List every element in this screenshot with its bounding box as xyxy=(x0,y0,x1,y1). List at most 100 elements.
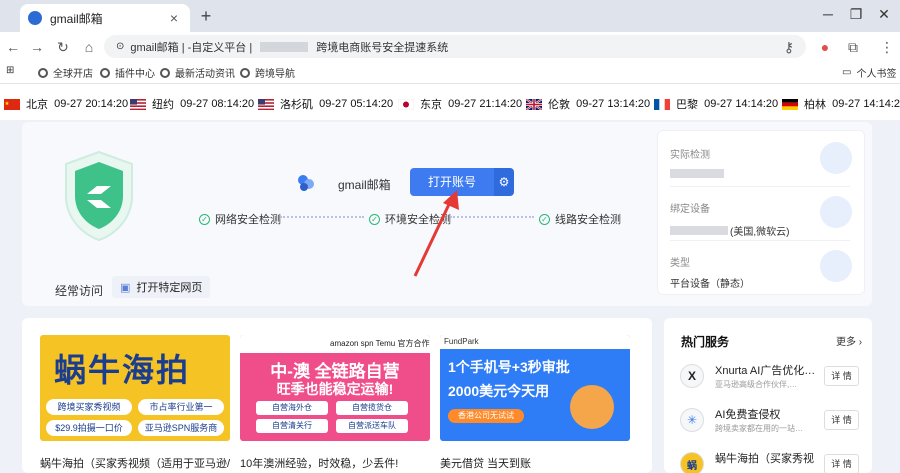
clock-time: 09-27 13:14:20 xyxy=(576,98,651,110)
banner-cta: 香港公司无试试 xyxy=(448,409,524,423)
clock-city: 纽约 xyxy=(152,99,174,111)
banner-fundpark-loan[interactable]: FundPark 1个手机号+3秒审批 2000美元今天用 香港公司无试试 xyxy=(440,335,630,441)
close-window-icon[interactable]: ✕ xyxy=(874,6,894,23)
divider xyxy=(670,240,850,241)
ai-sparkle-icon: ✳ xyxy=(680,408,704,432)
bookmark-label: 最新活动资讯 xyxy=(175,69,235,80)
bookmark-item[interactable]: 插件中心 xyxy=(100,65,155,80)
chevron-right-icon: › xyxy=(858,337,863,348)
clock-time: 09-27 05:14:20 xyxy=(319,98,394,110)
banner-caption[interactable]: 蜗牛海拍（买家秀视频（适用于亚马逊/独… xyxy=(40,455,230,471)
snail-logo-icon: 蜗 xyxy=(680,452,704,473)
maximize-icon[interactable]: ❐ xyxy=(846,6,866,23)
check-label: 线路安全检测 xyxy=(555,214,621,226)
service-name[interactable]: AI免费查侵权 xyxy=(715,406,815,422)
clock-item: 巴黎 09-27 14:14:20 xyxy=(654,96,778,112)
banner-tag: 亚马逊SPN服务商 xyxy=(138,420,224,436)
clock-city: 洛杉矶 xyxy=(280,99,313,111)
banner-caption[interactable]: 10年澳洲经验，时效稳，少丢件! xyxy=(240,455,398,471)
banner-tag: 市占率行业第一 xyxy=(138,399,224,415)
forward-icon[interactable]: → xyxy=(28,38,46,56)
redacted-text xyxy=(670,169,724,178)
clock-time: 09-27 14:14:20 xyxy=(832,98,900,110)
profile-avatar-icon[interactable]: ● xyxy=(816,38,834,56)
home-icon[interactable]: ⌂ xyxy=(80,38,98,56)
apps-icon[interactable]: ⊞ xyxy=(6,65,14,76)
back-icon[interactable]: ← xyxy=(4,38,22,56)
account-settings-button[interactable]: ⚙ xyxy=(494,168,514,196)
reload-icon[interactable]: ↻ xyxy=(54,38,72,56)
menu-icon[interactable]: ⋮ xyxy=(878,38,896,56)
account-name: gmail邮箱 xyxy=(338,178,391,192)
clock-item: 洛杉矶 09-27 05:14:20 xyxy=(258,96,393,112)
address-bar[interactable]: ⊙ gmail邮箱 | -自定义平台 | 跨境电商账号安全提速系统 xyxy=(104,35,806,58)
banner-caption[interactable]: 美元借贷 当天到账 xyxy=(440,455,531,471)
bookmark-label: 全球开店 xyxy=(53,69,93,80)
extensions-icon[interactable]: ⧉ xyxy=(844,38,862,56)
banner-australia-logistics[interactable]: amazon spn Temu 官方合作仓 中-澳 全链路自营 旺季也能稳定运输… xyxy=(240,335,430,441)
service-desc: 跨境卖家都在用的一站… xyxy=(715,424,803,433)
gear-icon: ⚙ xyxy=(498,175,510,189)
banner-title: 蜗牛海拍 xyxy=(54,352,191,388)
usa-flag-icon xyxy=(130,98,146,110)
clock-city: 柏林 xyxy=(804,99,826,111)
gmail-logo-icon xyxy=(297,174,315,195)
banner-tag: 自营揽货仓 xyxy=(336,401,408,415)
bookmark-label: 插件中心 xyxy=(115,69,155,80)
usa-flag-icon xyxy=(258,98,274,110)
progress-dots xyxy=(280,216,364,218)
banner-title: 1个手机号+3秒审批 xyxy=(448,359,570,375)
clock-time: 09-27 21:14:20 xyxy=(448,98,523,110)
bookmark-item[interactable]: 跨境导航 xyxy=(240,65,295,80)
bookmarks-bar: ⊞ 全球开店 插件中心 最新活动资讯 跨境导航 ▭ 个人书签 xyxy=(0,60,900,84)
clock-item: 北京 09-27 20:14:20 xyxy=(4,96,128,112)
folder-icon: ▭ xyxy=(842,67,852,78)
redacted-text xyxy=(670,226,728,235)
china-flag-icon xyxy=(4,98,20,110)
person-illustration-icon xyxy=(570,385,614,429)
detail-button[interactable]: 详 情 xyxy=(824,366,859,386)
open-specific-page-button[interactable]: ▣ 打开特定网页 xyxy=(112,276,210,298)
toolbar: ← → ↻ ⌂ ⊙ gmail邮箱 | -自定义平台 | 跨境电商账号安全提速系… xyxy=(0,32,900,60)
clock-item: 伦敦 09-27 13:14:20 xyxy=(526,96,650,112)
banner-title: 2000美元今天用 xyxy=(448,383,550,399)
site-info-icon[interactable]: ⊙ xyxy=(116,41,124,52)
detail-button[interactable]: 详 情 xyxy=(824,454,859,473)
uk-flag-icon xyxy=(526,98,542,110)
type-value: 平台设备（静态） xyxy=(670,279,750,290)
search-shield-icon xyxy=(820,142,852,174)
france-flag-icon xyxy=(654,98,670,110)
red-arrow-annotation xyxy=(413,190,459,277)
tab-close-icon[interactable]: × xyxy=(166,10,182,26)
minimize-icon[interactable]: ─ xyxy=(818,6,838,22)
browser-tab[interactable]: gmail邮箱 × xyxy=(20,4,190,32)
clock-city: 伦敦 xyxy=(548,99,570,111)
check-label: 网络安全检测 xyxy=(215,214,281,226)
bookmark-folder[interactable]: ▭ 个人书签 xyxy=(842,65,896,80)
clock-city: 巴黎 xyxy=(676,99,698,111)
banner-title: 旺季也能稳定运输! xyxy=(276,381,394,397)
tab-favicon-icon xyxy=(28,11,42,25)
new-tab-button[interactable]: + xyxy=(196,6,216,26)
globe-icon xyxy=(38,67,48,78)
bookmark-item[interactable]: 最新活动资讯 xyxy=(160,65,235,80)
clock-item: 柏林 09-27 14:14:20 xyxy=(782,96,900,112)
globe-icon xyxy=(100,67,110,78)
banner-brand: FundPark xyxy=(440,335,630,349)
service-name[interactable]: 蜗牛海拍（买家秀视… xyxy=(715,450,815,466)
service-name[interactable]: Xnurta AI广告优化… xyxy=(715,362,815,378)
detail-button[interactable]: 详 情 xyxy=(824,410,859,430)
banner-snail-video[interactable]: 蜗牛海拍 跨境买家秀视频 市占率行业第一 $29.9拍摄一口价 亚马逊SPN服务… xyxy=(40,335,230,441)
route-check: ✓ 线路安全检测 xyxy=(539,211,621,227)
more-label: 更多 xyxy=(836,337,856,348)
bookmark-folder-label: 个人书签 xyxy=(856,69,897,80)
banner-top: amazon spn Temu 官方合作仓 xyxy=(240,335,430,353)
key-icon[interactable]: ⚷ xyxy=(780,38,798,56)
bookmark-item[interactable]: 全球开店 xyxy=(38,65,93,80)
banner-tag: 自营海外仓 xyxy=(256,401,328,415)
check-circle-icon: ✓ xyxy=(199,213,210,225)
frequent-visits-label: 经常访问 xyxy=(55,284,104,298)
network-check: ✓ 网络安全检测 xyxy=(199,211,281,227)
more-link[interactable]: 更多 › xyxy=(836,333,862,348)
clock-time: 09-27 08:14:20 xyxy=(180,98,255,110)
